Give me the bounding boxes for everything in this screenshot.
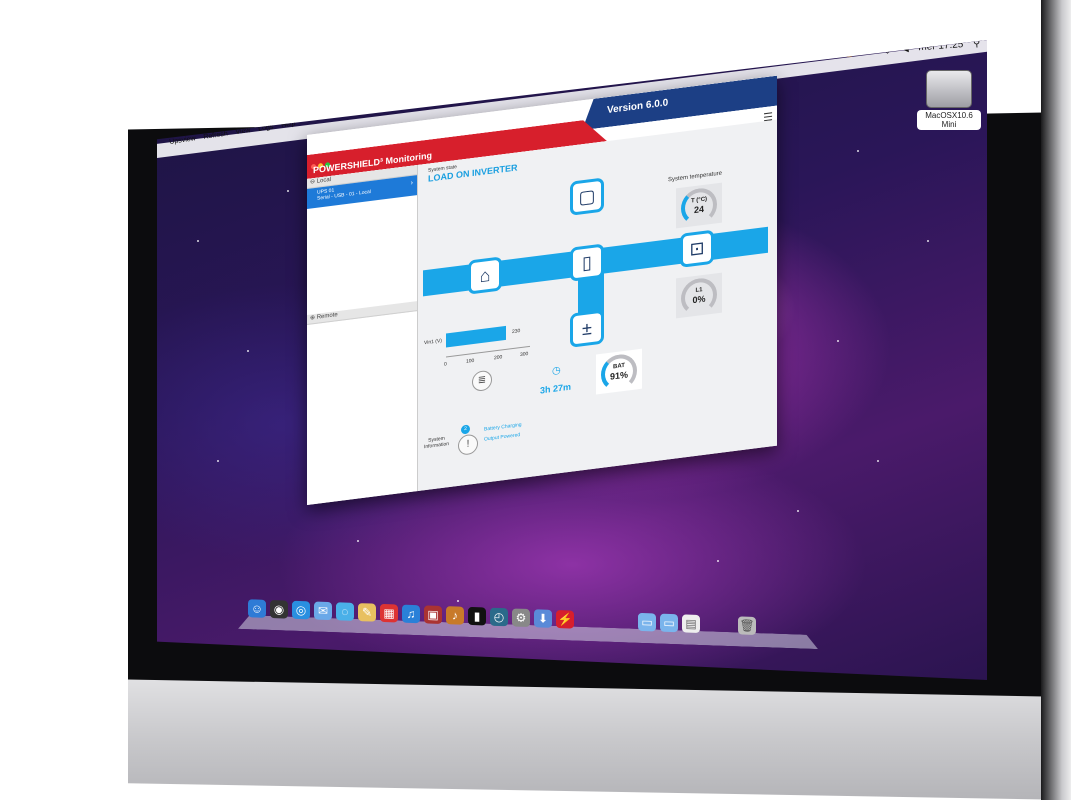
trash-icon[interactable]: 🗑 (738, 616, 756, 635)
vin-axis (446, 345, 530, 358)
finder-icon[interactable]: ☺ (248, 599, 266, 618)
info-line-output: Output Powered (484, 432, 521, 443)
monitor-edge (1041, 0, 1071, 800)
bypass-icon[interactable]: ▢ (570, 177, 604, 216)
applications-folder-icon[interactable]: ▭ (638, 612, 656, 632)
safari-icon[interactable]: ◎ (292, 600, 310, 620)
ichat-icon[interactable]: ◌ (336, 602, 354, 621)
upsview-dock-icon[interactable]: ⚡ (556, 609, 574, 629)
vin-label: Vin1 (V) (424, 337, 442, 347)
downloads-stack-icon[interactable]: ▤ (682, 614, 700, 634)
axis-tick-100: 100 (466, 357, 475, 365)
desktop-drive[interactable]: MacOSX10.6 Mini (917, 70, 981, 130)
info-line-battery: Battery Charging (484, 421, 522, 433)
grid-pylon-icon[interactable]: ⌂ (468, 256, 502, 295)
installer-icon[interactable]: ⬇ (534, 609, 552, 628)
hard-drive-icon (926, 70, 972, 108)
output-socket-icon[interactable]: ⊡ (680, 229, 714, 268)
documents-folder-icon[interactable]: ▭ (660, 613, 678, 633)
chevron-right-icon: › (410, 179, 413, 187)
drive-label: MacOSX10.6 Mini (917, 110, 981, 130)
axis-tick-300: 300 (520, 351, 529, 359)
battery-gauge[interactable]: BAT 91% (596, 348, 642, 395)
remote-section-label: Remote (316, 312, 338, 321)
axis-tick-200: 200 (494, 354, 503, 362)
runtime-value: 3h 27m (540, 381, 572, 396)
vin-value: 230 (512, 328, 521, 336)
time-machine-dock-icon[interactable]: ◴ (490, 607, 508, 627)
info-badge: 2 (461, 424, 470, 435)
temperature-title: System temperature (668, 170, 723, 184)
powershield-window: POWERSHIELD³ Monitoring Version 6.0.0 ☰ … (307, 75, 777, 506)
terminal-icon[interactable]: ▮ (468, 606, 486, 626)
mail-icon[interactable]: ✉ (314, 601, 332, 621)
dashboard-icon[interactable]: ◉ (270, 599, 288, 619)
desktop-screen: Upsview Refresh View Logs Help ⌚ ✻ ◇ ◀ m… (157, 40, 987, 680)
battery-icon[interactable]: ± (570, 309, 604, 348)
load-gauge[interactable]: L1 0% (676, 272, 722, 319)
ups-unit-icon[interactable]: ▯ (570, 243, 604, 282)
warning-icon[interactable]: ! (458, 433, 478, 456)
photo-booth-icon[interactable]: ▣ (424, 605, 442, 624)
garageband-icon[interactable]: ♪ (446, 606, 464, 625)
apple-menu-icon[interactable] (163, 140, 164, 147)
axis-tick-0: 0 (444, 361, 447, 368)
device-sidebar: ⊖ Local UPS 01 Serial - USB - 01 - Local… (307, 164, 418, 505)
itunes-icon[interactable]: ♫ (402, 604, 420, 624)
system-preferences-icon[interactable]: ⚙ (512, 608, 530, 628)
list-view-icon[interactable]: ≣ (472, 369, 492, 393)
ical-icon[interactable]: ▦ (380, 603, 398, 623)
temperature-gauge[interactable]: T (°C) 24 (676, 182, 722, 229)
system-info-label: System Information (424, 435, 450, 451)
vin-bar (446, 325, 506, 348)
notes-icon[interactable]: ✎ (358, 603, 376, 622)
monitoring-panel: System state LOAD ON INVERTER ▢ ⌂ ▯ ⊡ ± … (418, 119, 777, 491)
runtime-clock-icon: ◷ (552, 364, 561, 378)
local-section-label: Local (316, 176, 332, 185)
